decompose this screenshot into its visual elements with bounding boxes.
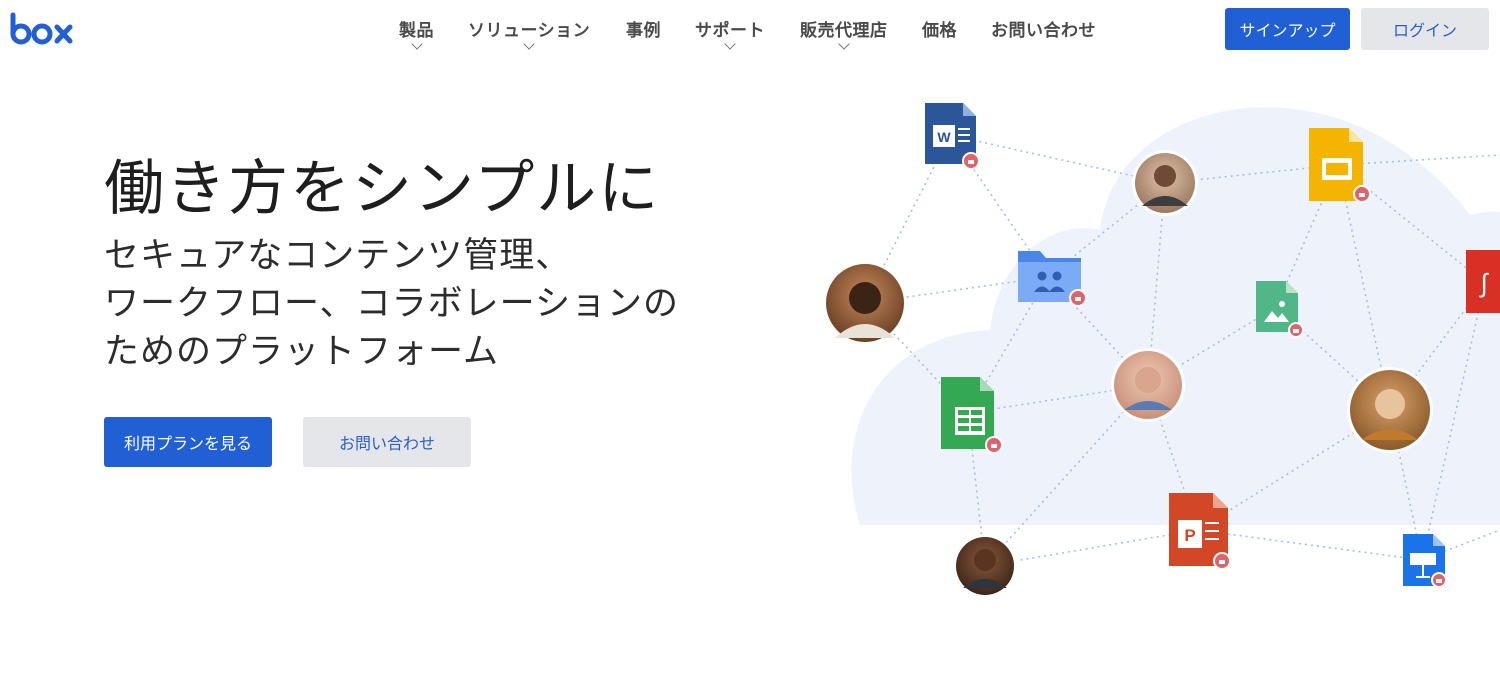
lock-badge-icon — [985, 436, 1003, 454]
hero-title: 働き方をシンプルに — [104, 154, 661, 224]
hero-subtitle: セキュアなコンテンツ管理、 ワークフロー、コラボレーションの ためのプラットフォ… — [104, 232, 679, 376]
avatar — [1132, 150, 1198, 216]
pdf-file-icon: ∫ — [1466, 250, 1500, 313]
lock-badge-icon — [1431, 572, 1447, 588]
lock-badge-icon — [962, 152, 980, 170]
nav-item-label: 事例 — [626, 21, 661, 41]
lock-badge-icon — [1213, 552, 1231, 570]
signup-button[interactable]: サインアップ — [1225, 8, 1350, 50]
nav-item-label: 価格 — [922, 21, 957, 41]
login-button[interactable]: ログイン — [1361, 8, 1489, 50]
hero-subtitle-line: ためのプラットフォーム — [104, 332, 499, 372]
lock-badge-icon — [1069, 289, 1087, 307]
avatar — [953, 534, 1017, 598]
hero-subtitle-line: セキュアなコンテンツ管理、 — [104, 236, 572, 276]
contact-button[interactable]: お問い合わせ — [303, 417, 471, 467]
svg-text:P: P — [1184, 526, 1195, 545]
lock-badge-icon — [1353, 185, 1371, 203]
nav-item-support[interactable]: サポート — [695, 16, 765, 50]
nav-item-contact[interactable]: お問い合わせ — [991, 16, 1096, 41]
avatar — [823, 261, 907, 345]
avatar — [1111, 348, 1185, 422]
view-plans-button[interactable]: 利用プランを見る — [104, 417, 272, 467]
svg-text:W: W — [937, 129, 951, 145]
nav-item-solutions[interactable]: ソリューション — [468, 16, 590, 50]
nav-item-products[interactable]: 製品 — [399, 16, 434, 50]
nav-item-partners[interactable]: 販売代理店 — [800, 16, 888, 50]
collaboration-network-illustration: W ∫ P — [823, 103, 1500, 598]
avatar — [1347, 367, 1433, 453]
sheets-file-icon — [941, 377, 994, 449]
hero-subtitle-line: ワークフロー、コラボレーションの — [104, 284, 679, 324]
nav-item-label: お問い合わせ — [991, 21, 1096, 41]
lock-badge-icon — [1288, 322, 1304, 338]
nav-item-pricing[interactable]: 価格 — [922, 16, 957, 41]
nav-item-cases[interactable]: 事例 — [626, 16, 661, 41]
